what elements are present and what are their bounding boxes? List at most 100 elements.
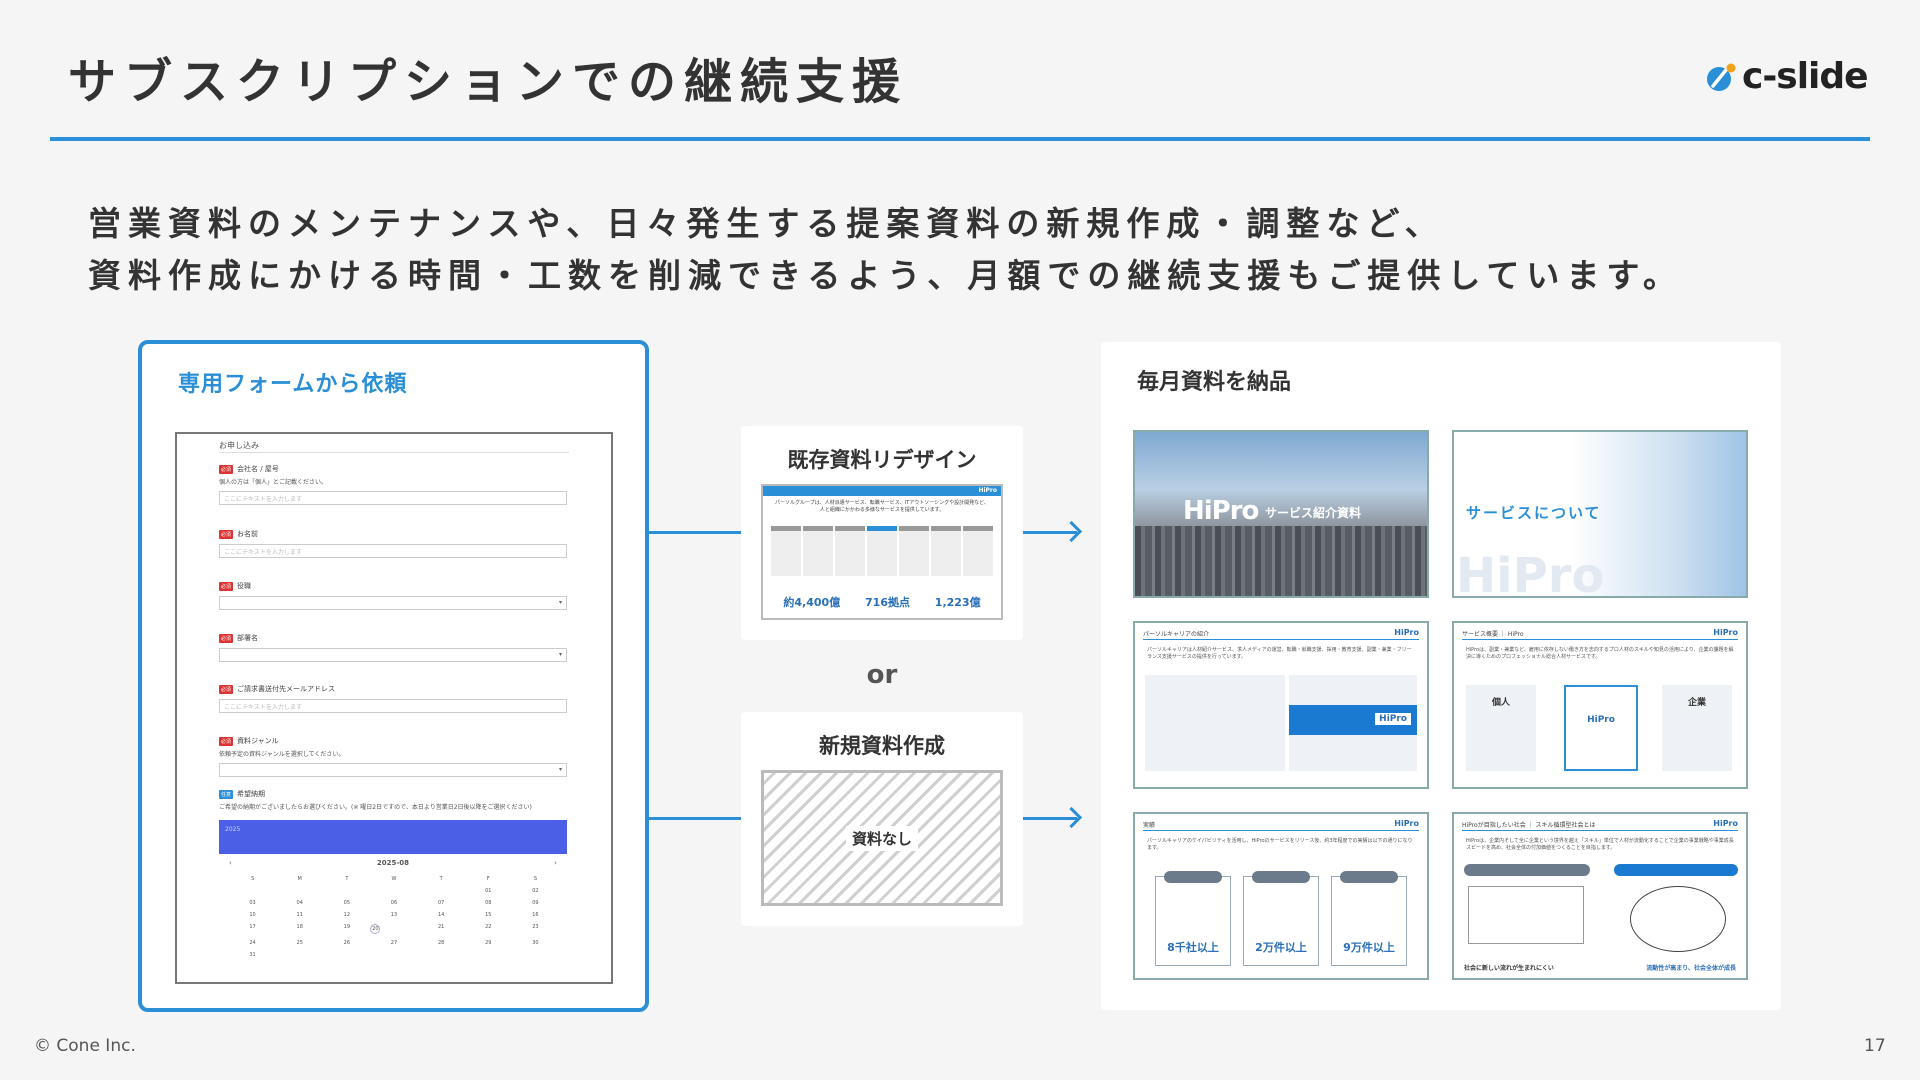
calendar-day[interactable]: 14 (418, 912, 465, 918)
calendar-day[interactable]: 03 (229, 900, 276, 906)
company-input[interactable]: ここにテキストを入力します (219, 491, 567, 505)
slide-thumbnail-company: パーソルキャリアの紹介 HiPro パーソルキャリアは人材紹介サービス、求人メデ… (1133, 621, 1429, 789)
calendar-weekday: F (486, 876, 490, 882)
email-input[interactable]: ここにテキストを入力します (219, 699, 567, 713)
delivery-panel: 毎月資料を納品 HiPro サービス紹介資料 HiPro サービスについて パー… (1101, 342, 1781, 1010)
calendar-day[interactable]: 04 (276, 900, 323, 906)
slide-diagram-after (1630, 886, 1726, 952)
thumb-col (803, 526, 833, 576)
calendar-day[interactable]: 24 (229, 940, 276, 946)
calendar-day[interactable]: 19 (323, 924, 370, 934)
calendar-day[interactable]: 06 (370, 900, 417, 906)
calendar-day (370, 888, 417, 894)
calendar-day[interactable]: 18 (276, 924, 323, 934)
field-label: お名前 (237, 530, 259, 538)
form-panel-title: 専用フォームから依頼 (178, 372, 408, 397)
slide-thumbnail-section: HiPro サービスについて (1452, 430, 1748, 598)
calendar-day[interactable]: 30 (512, 940, 559, 946)
calendar-weekday: T (345, 876, 349, 882)
calendar-day[interactable]: 01 (465, 888, 512, 894)
caption-before: 社会に新しい流れが生まれにくい (1464, 965, 1554, 972)
name-input[interactable]: ここにテキストを入力します (219, 544, 567, 558)
calendar-day[interactable]: 23 (512, 924, 559, 934)
chevron-left-icon[interactable]: ‹ (229, 859, 232, 867)
form-screenshot: お申し込み 必須 会社名 / 屋号 個人の方は「個人」とご記載ください。 ここにテ… (175, 432, 613, 984)
required-badge: 必須 (219, 736, 234, 746)
caption-after: 流動性が高まり、社会全体が成長 (1646, 965, 1736, 972)
department-select[interactable] (219, 648, 567, 662)
slide-header: HiProが目指したい社会 ｜ スキル循環型社会とは (1462, 822, 1596, 829)
calendar-day (323, 888, 370, 894)
required-badge: 必須 (219, 581, 234, 591)
slide-box-company: 企業 (1662, 685, 1732, 771)
slide-box-hipro: HiPro (1564, 685, 1638, 771)
thumb-col (899, 526, 929, 576)
calendar-day[interactable]: 08 (465, 900, 512, 906)
calendar-day[interactable]: 17 (229, 924, 276, 934)
calendar-day[interactable]: 25 (276, 940, 323, 946)
connector-line-bottom (649, 817, 741, 820)
calendar-day[interactable]: 16 (512, 912, 559, 918)
required-badge: 必須 (219, 464, 234, 474)
thumb-col (963, 526, 993, 576)
result-box: 8千社以上 (1155, 871, 1231, 966)
calendar-year-bar[interactable]: 2025 (219, 820, 567, 854)
calendar-day[interactable]: 05 (323, 900, 370, 906)
slide-text: パーソルキャリアは人材紹介サービス、求人メディアの運営、転職・就職支援、採用・教… (1147, 647, 1412, 660)
calendar-day[interactable]: 22 (465, 924, 512, 934)
box-label: 個人 (1491, 698, 1510, 708)
required-badge: 必須 (219, 633, 234, 643)
calendar-day[interactable]: 26 (323, 940, 370, 946)
calendar-day[interactable]: 15 (465, 912, 512, 918)
new-doc-placeholder: 資料なし (761, 770, 1003, 906)
calendar-day[interactable]: 10 (229, 912, 276, 918)
calendar-day[interactable]: 13 (370, 912, 417, 918)
calendar-day[interactable]: 27 (370, 940, 417, 946)
calendar-day[interactable]: 02 (512, 888, 559, 894)
calendar-day[interactable]: 29 (465, 940, 512, 946)
slide-thumbnail-overview: サービス概要 ｜ HiPro HiPro HiProは、副業・兼業など、雇用に依… (1452, 621, 1748, 789)
thumb-description: パーソルグループは、人材派遣サービス、転職サービス、ITアウトソーシングや設計開… (775, 500, 989, 513)
calendar-day[interactable]: 28 (418, 940, 465, 946)
redesign-title: 既存資料リデザイン (787, 448, 977, 472)
slide-thumbnail-cover: HiPro サービス紹介資料 (1133, 430, 1429, 598)
slide-box-individual: 個人 (1466, 685, 1536, 771)
calendar-day[interactable]: 12 (323, 912, 370, 918)
thumb-stat: 1,223億 (934, 596, 981, 609)
slide-captions: 社会に新しい流れが生まれにくい 流動性が高まり、社会全体が成長 (1464, 963, 1736, 972)
calendar-day[interactable]: 31 (229, 952, 276, 958)
slide-header: 実績 (1143, 822, 1156, 829)
calendar-day[interactable]: 09 (512, 900, 559, 906)
calendar-day[interactable]: 20 (370, 924, 381, 934)
calendar-weekday: M (297, 876, 302, 882)
thumb-stats: 約4,400億 716拠点 1,223億 (771, 594, 993, 610)
slide-brand: HiPro (1394, 819, 1419, 828)
lead-line-1: 営業資料のメンテナンスや、日々発生する提案資料の新規作成・調整など、 (88, 204, 1445, 243)
result-value: 2万件以上 (1255, 941, 1307, 954)
thumb-col (931, 526, 961, 576)
thumb-col (867, 526, 897, 576)
calendar-day[interactable]: 21 (418, 924, 465, 934)
result-value: 8千社以上 (1167, 941, 1219, 954)
redesign-card: 既存資料リデザイン HiPro パーソルグループは、人材派遣サービス、転職サービ… (741, 426, 1023, 640)
field-hint: 依頼予定の資料ジャンルを選択してください。 (219, 751, 345, 758)
field-label: 資料ジャンル (237, 737, 279, 745)
calendar-day[interactable]: 11 (276, 912, 323, 918)
box-label: 企業 (1687, 698, 1706, 708)
thumb-header-bar: HiPro (763, 486, 1001, 496)
calendar-weekday: W (391, 876, 397, 882)
slide-highlight-brand: HiPro (1375, 713, 1411, 725)
new-doc-title: 新規資料作成 (819, 734, 945, 758)
chevron-right-icon[interactable]: › (554, 859, 557, 867)
lead-line-2: 資料作成にかける時間・工数を削減できるよう、月額での継続支援もご提供しています。 (88, 256, 1684, 295)
result-box: 2万件以上 (1243, 871, 1319, 966)
calendar-day[interactable]: 07 (418, 900, 465, 906)
position-select[interactable] (219, 596, 567, 610)
required-badge: 必須 (219, 684, 234, 694)
genre-select[interactable] (219, 763, 567, 777)
c-slide-logo: c-slide (1706, 56, 1869, 97)
calendar-month: 2025-08 (376, 859, 410, 867)
slide-thumbnail-vision: HiProが目指したい社会 ｜ スキル循環型社会とは HiPro HiProは、… (1452, 812, 1748, 980)
calendar-header: ‹ 2025-08 › (219, 859, 567, 867)
field-company: 必須 会社名 / 屋号 個人の方は「個人」とご記載ください。 ここにテキストを入力… (219, 464, 567, 505)
